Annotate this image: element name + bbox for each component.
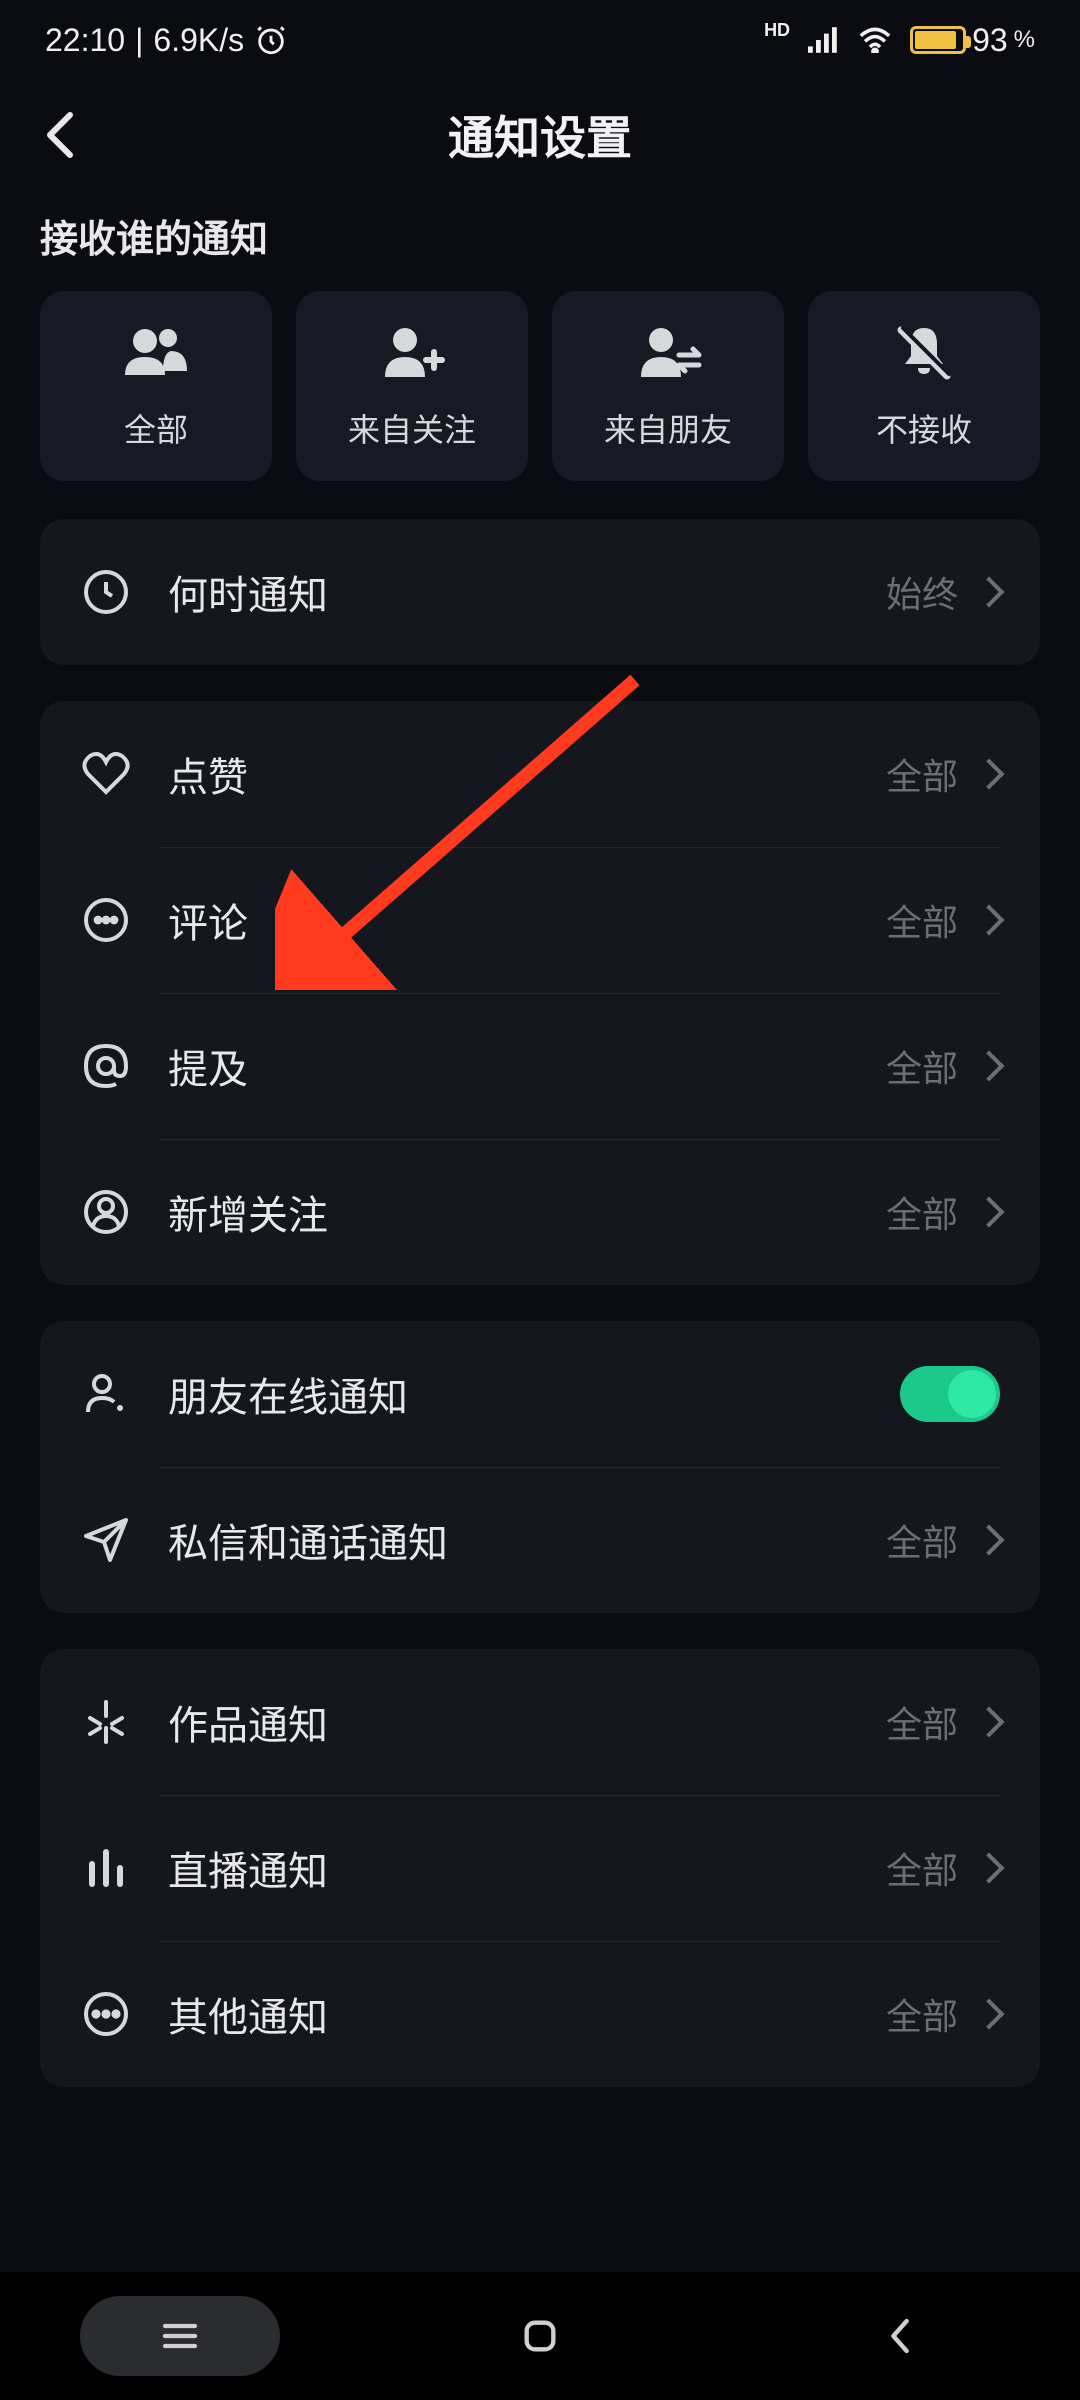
- back-button[interactable]: [30, 105, 90, 165]
- row-new-follow-value: 全部: [886, 1186, 958, 1238]
- group-content: 作品通知 全部 直播通知 全部 其他通知 全部: [40, 1649, 1040, 2087]
- row-comment-label: 评论: [168, 891, 886, 949]
- filter-friends[interactable]: 来自朋友: [552, 291, 784, 481]
- row-new-follow[interactable]: 新增关注 全部: [40, 1139, 1040, 1285]
- status-sep: |: [135, 22, 143, 59]
- chevron-right-icon: [973, 1706, 1004, 1737]
- row-when-label: 何时通知: [168, 563, 886, 621]
- row-like-label: 点赞: [168, 745, 886, 803]
- friend-online-toggle[interactable]: [900, 1366, 1000, 1422]
- row-dm-call[interactable]: 私信和通话通知 全部: [40, 1467, 1040, 1613]
- chevron-right-icon: [973, 576, 1004, 607]
- wifi-icon: [858, 27, 892, 53]
- row-works-label: 作品通知: [168, 1693, 886, 1751]
- row-works[interactable]: 作品通知 全部: [40, 1649, 1040, 1795]
- system-nav-bar: [0, 2272, 1080, 2400]
- chevron-right-icon: [973, 1196, 1004, 1227]
- row-mention[interactable]: 提及 全部: [40, 993, 1040, 1139]
- row-comment-value: 全部: [886, 894, 958, 946]
- chevron-right-icon: [973, 1524, 1004, 1555]
- filter-none[interactable]: 不接收: [808, 291, 1040, 481]
- group-interactions: 点赞 全部 评论 全部 提及 全部 新增关注 全部: [40, 701, 1040, 1285]
- row-new-follow-label: 新增关注: [168, 1183, 886, 1241]
- row-when-notify[interactable]: 何时通知 始终: [40, 519, 1040, 665]
- battery-icon: [910, 26, 966, 54]
- toggle-knob: [948, 1370, 996, 1418]
- status-right: HD 93%: [764, 22, 1035, 59]
- section-label-whose-notifications: 接收谁的通知: [0, 190, 1080, 291]
- more-circle-icon: [80, 1988, 132, 2040]
- bars-icon: [80, 1842, 132, 1894]
- status-bar: 22:10 | 6.9K/s HD 93%: [0, 0, 1080, 80]
- row-live[interactable]: 直播通知 全部: [40, 1795, 1040, 1941]
- status-time: 22:10: [45, 22, 125, 59]
- filter-following-label: 来自关注: [348, 405, 476, 451]
- comment-icon: [80, 894, 132, 946]
- filter-none-label: 不接收: [876, 405, 972, 451]
- person-check-icon: [80, 1368, 132, 1420]
- row-mention-value: 全部: [886, 1040, 958, 1092]
- people-icon: [121, 325, 191, 381]
- row-friend-online[interactable]: 朋友在线通知: [40, 1321, 1040, 1467]
- row-dm-call-value: 全部: [886, 1514, 958, 1566]
- filter-row: 全部 来自关注 来自朋友 不接收: [0, 291, 1080, 519]
- row-other-value: 全部: [886, 1988, 958, 2040]
- clock-icon: [80, 566, 132, 618]
- battery-pct: 93: [972, 22, 1008, 59]
- row-live-value: 全部: [886, 1842, 958, 1894]
- filter-all[interactable]: 全部: [40, 291, 272, 481]
- bell-off-icon: [889, 325, 959, 381]
- row-mention-label: 提及: [168, 1037, 886, 1095]
- battery-indicator: 93%: [910, 22, 1035, 59]
- chevron-right-icon: [973, 1998, 1004, 2029]
- row-when-value: 始终: [886, 566, 958, 618]
- battery-suffix: %: [1014, 26, 1035, 54]
- row-works-value: 全部: [886, 1696, 958, 1748]
- row-other-label: 其他通知: [168, 1985, 886, 2043]
- status-left: 22:10 | 6.9K/s: [45, 22, 288, 59]
- row-dm-call-label: 私信和通话通知: [168, 1511, 886, 1569]
- send-icon: [80, 1514, 132, 1566]
- row-live-label: 直播通知: [168, 1839, 886, 1897]
- chevron-right-icon: [973, 1852, 1004, 1883]
- signal-icon: [808, 27, 840, 53]
- row-comment[interactable]: 评论 全部: [40, 847, 1040, 993]
- row-other[interactable]: 其他通知 全部: [40, 1941, 1040, 2087]
- hd-indicator: HD: [764, 20, 790, 41]
- chevron-right-icon: [973, 1050, 1004, 1081]
- person-circle-icon: [80, 1186, 132, 1238]
- heart-icon: [80, 748, 132, 800]
- nav-recents-button[interactable]: [80, 2296, 280, 2376]
- person-exchange-icon: [633, 325, 703, 381]
- filter-following[interactable]: 来自关注: [296, 291, 528, 481]
- alarm-icon: [254, 23, 288, 57]
- chevron-right-icon: [973, 758, 1004, 789]
- row-like-value: 全部: [886, 748, 958, 800]
- nav-home-button[interactable]: [440, 2296, 640, 2376]
- group-when: 何时通知 始终: [40, 519, 1040, 665]
- page-title: 通知设置: [448, 102, 632, 168]
- page-header: 通知设置: [0, 80, 1080, 190]
- status-net-speed: 6.9K/s: [153, 22, 244, 59]
- row-like[interactable]: 点赞 全部: [40, 701, 1040, 847]
- chevron-right-icon: [973, 904, 1004, 935]
- filter-friends-label: 来自朋友: [604, 405, 732, 451]
- group-social: 朋友在线通知 私信和通话通知 全部: [40, 1321, 1040, 1613]
- at-icon: [80, 1040, 132, 1092]
- sparkle-icon: [80, 1696, 132, 1748]
- filter-all-label: 全部: [124, 405, 188, 451]
- nav-back-button[interactable]: [800, 2296, 1000, 2376]
- row-friend-online-label: 朋友在线通知: [168, 1365, 900, 1423]
- person-plus-icon: [377, 325, 447, 381]
